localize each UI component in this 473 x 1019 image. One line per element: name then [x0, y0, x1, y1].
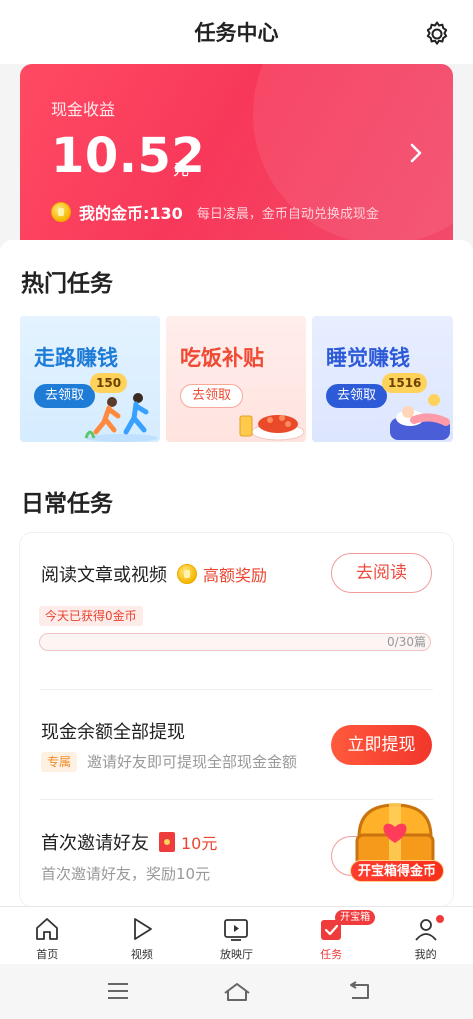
- meal-claim-button[interactable]: 去领取: [180, 384, 244, 408]
- progress-text: 0/30篇: [387, 635, 426, 649]
- hot-card-meal[interactable]: 吃饭补贴 去领取: [166, 316, 306, 442]
- tab-theater[interactable]: 放映厅: [189, 907, 284, 964]
- hot-card-title: 睡觉赚钱: [326, 346, 410, 370]
- tab-badge: 开宝箱: [335, 910, 376, 925]
- hot-card-sleep[interactable]: 睡觉赚钱 去领取 1516: [312, 316, 453, 442]
- task-title: 首次邀请好友: [41, 833, 149, 854]
- tab-tasks[interactable]: 开宝箱 任务: [284, 907, 379, 964]
- task-invite-sub: 首次邀请好友，奖励10元: [41, 863, 210, 884]
- tab-label: 视频: [130, 948, 153, 961]
- read-progress-bar: 0/30篇: [39, 633, 431, 651]
- task-title: 阅读文章或视频: [41, 565, 167, 586]
- tab-label: 放映厅: [219, 948, 253, 961]
- hot-card-title: 吃饭补贴: [180, 346, 264, 370]
- task-reward: 高额奖励: [203, 566, 268, 585]
- coin-row: 我的金币:130 每日凌晨，金币自动兑换成现金: [51, 200, 379, 224]
- coin-icon: [177, 564, 197, 584]
- task-read: 阅读文章或视频 高额奖励: [41, 561, 267, 587]
- task-invite: 首次邀请好友 10元: [41, 829, 217, 855]
- gear-icon[interactable]: [423, 20, 451, 48]
- home-icon: [36, 918, 59, 940]
- tab-video[interactable]: 视频: [95, 907, 190, 964]
- hot-tasks-title: 热门任务: [21, 271, 113, 297]
- runners-illustration: [84, 393, 158, 442]
- red-envelope-icon: [159, 832, 175, 852]
- tab-label: 任务: [320, 948, 343, 961]
- play-icon: [133, 918, 152, 940]
- task-subtitle: 首次邀请好友，奖励10元: [41, 865, 211, 883]
- sleep-claim-button[interactable]: 去领取: [326, 384, 388, 408]
- back-icon[interactable]: [346, 981, 372, 1001]
- exclusive-tag: 专属: [41, 751, 78, 772]
- hot-card-walk[interactable]: 走路赚钱 去领取 150: [20, 316, 160, 442]
- treasure-label[interactable]: 开宝箱得金币: [350, 860, 444, 882]
- coins-note: 每日凌晨，金币自动兑换成现金: [196, 206, 379, 222]
- bottom-tab-bar: 首页 视频 放映厅 开宝箱 任务 我的: [0, 906, 473, 964]
- food-illustration: [239, 415, 305, 441]
- chevron-right-icon[interactable]: [409, 142, 423, 164]
- notification-dot: [435, 915, 444, 923]
- cash-label: 现金收益: [51, 100, 116, 119]
- task-subtitle: 邀请好友即可提现全部现金金额: [87, 753, 298, 771]
- withdraw-button[interactable]: 立即提现: [331, 725, 432, 765]
- menu-icon[interactable]: [106, 981, 130, 1001]
- daily-tasks-title: 日常任务: [21, 491, 113, 517]
- hot-card-title: 走路赚钱: [34, 346, 118, 370]
- sleep-badge: 1516: [382, 373, 428, 393]
- sleeping-illustration: [390, 394, 450, 440]
- tab-home[interactable]: 首页: [0, 907, 95, 964]
- cash-earnings-card[interactable]: 现金收益 10.52 元 我的金币:130 每日凌晨，金币自动兑换成现金: [20, 64, 453, 242]
- task-withdraw: 现金余额全部提现: [41, 718, 185, 744]
- task-withdraw-sub: 专属 邀请好友即可提现全部现金金额: [41, 751, 297, 772]
- coins-balance: 我的金币:130: [79, 204, 183, 223]
- cash-unit: 元: [173, 160, 190, 179]
- page-title: 任务中心: [194, 21, 279, 45]
- home-nav-icon[interactable]: [222, 981, 252, 1003]
- tab-label: 我的: [414, 948, 437, 961]
- system-nav-bar: [0, 964, 473, 1019]
- tab-label: 首页: [36, 948, 59, 961]
- tab-me[interactable]: 我的: [378, 907, 473, 964]
- header: 任务中心: [0, 0, 473, 64]
- coin-icon: [51, 202, 71, 222]
- tv-icon: [224, 919, 249, 941]
- task-reward: 10元: [181, 834, 218, 853]
- task-title: 现金余额全部提现: [41, 722, 185, 743]
- earned-today-tag: 今天已获得0金币: [39, 606, 143, 626]
- read-button[interactable]: 去阅读: [331, 553, 432, 593]
- divider: [40, 689, 433, 690]
